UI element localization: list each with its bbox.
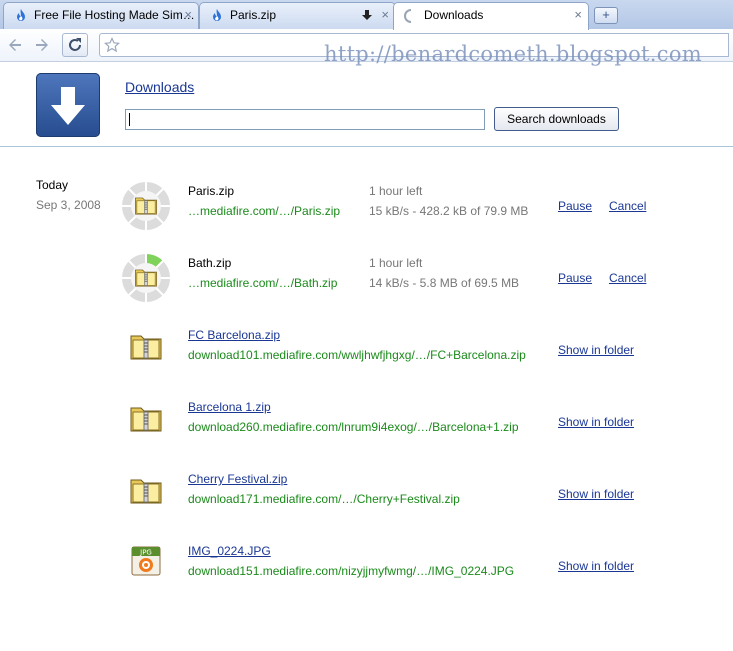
tab-strip: Free File Hosting Made Sim… × Paris.zip …: [0, 0, 733, 30]
time-remaining: 1 hour left: [369, 184, 423, 198]
time-remaining: 1 hour left: [369, 256, 423, 270]
file-name[interactable]: IMG_0224.JPG: [188, 544, 271, 558]
file-name[interactable]: Cherry Festival.zip: [188, 472, 287, 486]
zip-file-icon: [129, 331, 163, 361]
tab-free-file-hosting[interactable]: Free File Hosting Made Sim… ×: [3, 2, 199, 29]
transfer-progress: 14 kB/s - 5.8 MB of 69.5 MB: [369, 276, 520, 290]
show-in-folder-link[interactable]: Show in folder: [558, 415, 634, 429]
download-progress-ring: [119, 179, 173, 233]
tab-title: Free File Hosting Made Sim…: [34, 8, 195, 22]
new-tab-button[interactable]: +: [594, 7, 618, 24]
download-progress-ring: [119, 251, 173, 305]
download-item: Paris.zip …mediafire.com/…/Paris.zip 1 hou…: [0, 179, 733, 252]
download-item: Cherry Festival.zip download171.mediafire…: [0, 472, 733, 540]
close-icon[interactable]: ×: [184, 3, 192, 27]
cancel-link[interactable]: Cancel: [609, 271, 646, 285]
download-arrow-icon: [362, 10, 372, 20]
downloads-logo: [36, 73, 100, 137]
pause-link[interactable]: Pause: [558, 271, 592, 285]
jpg-file-icon: JPG: [129, 544, 163, 578]
zip-file-icon: [129, 475, 163, 505]
forward-arrow-icon: [36, 39, 48, 51]
pause-link[interactable]: Pause: [558, 199, 592, 213]
file-url[interactable]: …mediafire.com/…/Paris.zip: [188, 204, 340, 218]
file-name: Paris.zip: [188, 184, 235, 198]
show-in-folder-link[interactable]: Show in folder: [558, 559, 634, 573]
file-url[interactable]: download260.mediafire.com/lnrum9i4exog/……: [188, 420, 519, 434]
download-item: FC Barcelona.zip download101.mediafire.co…: [0, 328, 733, 396]
file-url[interactable]: download101.mediafire.com/wwljhwfjhgxg/……: [188, 348, 526, 362]
download-arrow-icon: [51, 87, 85, 125]
search-downloads-button[interactable]: Search downloads: [494, 107, 619, 131]
zip-file-icon: [134, 190, 158, 220]
forward-button[interactable]: [29, 33, 55, 57]
tab-title: Downloads: [424, 8, 484, 22]
back-arrow-icon: [9, 39, 21, 51]
flame-icon: [213, 9, 221, 21]
flame-icon: [17, 9, 25, 21]
tab-downloads[interactable]: Downloads ×: [393, 2, 589, 30]
reload-icon: [69, 38, 81, 51]
date-heading: Today: [36, 178, 69, 192]
tab-title: Paris.zip: [230, 8, 277, 22]
page-title[interactable]: Downloads: [125, 79, 194, 95]
file-name: Bath.zip: [188, 256, 232, 270]
close-icon[interactable]: ×: [574, 3, 582, 27]
zip-file-icon: [129, 403, 163, 433]
cancel-link[interactable]: Cancel: [609, 199, 646, 213]
tab-paris-zip[interactable]: Paris.zip ×: [199, 2, 396, 29]
header-divider: [0, 146, 733, 147]
close-icon[interactable]: ×: [381, 3, 389, 27]
download-item: Bath.zip …mediafire.com/…/Bath.zip 1 hour …: [0, 251, 733, 324]
show-in-folder-link[interactable]: Show in folder: [558, 487, 634, 501]
file-url[interactable]: …mediafire.com/…/Bath.zip: [188, 276, 337, 290]
download-item: Barcelona 1.zip download260.mediafire.com…: [0, 400, 733, 468]
reload-button[interactable]: [62, 33, 88, 57]
file-url[interactable]: download151.mediafire.com/nizyjjmyfwmg/……: [188, 564, 514, 578]
zip-file-icon: [134, 262, 158, 292]
search-input[interactable]: [125, 109, 485, 130]
show-in-folder-link[interactable]: Show in folder: [558, 343, 634, 357]
bookmark-star-button[interactable]: [99, 33, 125, 57]
svg-text:JPG: JPG: [139, 549, 152, 557]
transfer-progress: 15 kB/s - 428.2 kB of 79.9 MB: [369, 204, 529, 218]
star-icon: [104, 37, 120, 53]
back-button[interactable]: [2, 33, 28, 57]
watermark-text: http://benardcometh.blogspot.com: [324, 42, 702, 66]
loading-spinner-icon: [404, 9, 412, 23]
download-item: JPG IMG_0224.JPG download151.mediafire.com…: [0, 544, 733, 612]
file-name[interactable]: FC Barcelona.zip: [188, 328, 280, 342]
file-url[interactable]: download171.mediafire.com/…/Cherry+Festi…: [188, 492, 460, 506]
text-caret: [129, 113, 130, 126]
file-name[interactable]: Barcelona 1.zip: [188, 400, 271, 414]
